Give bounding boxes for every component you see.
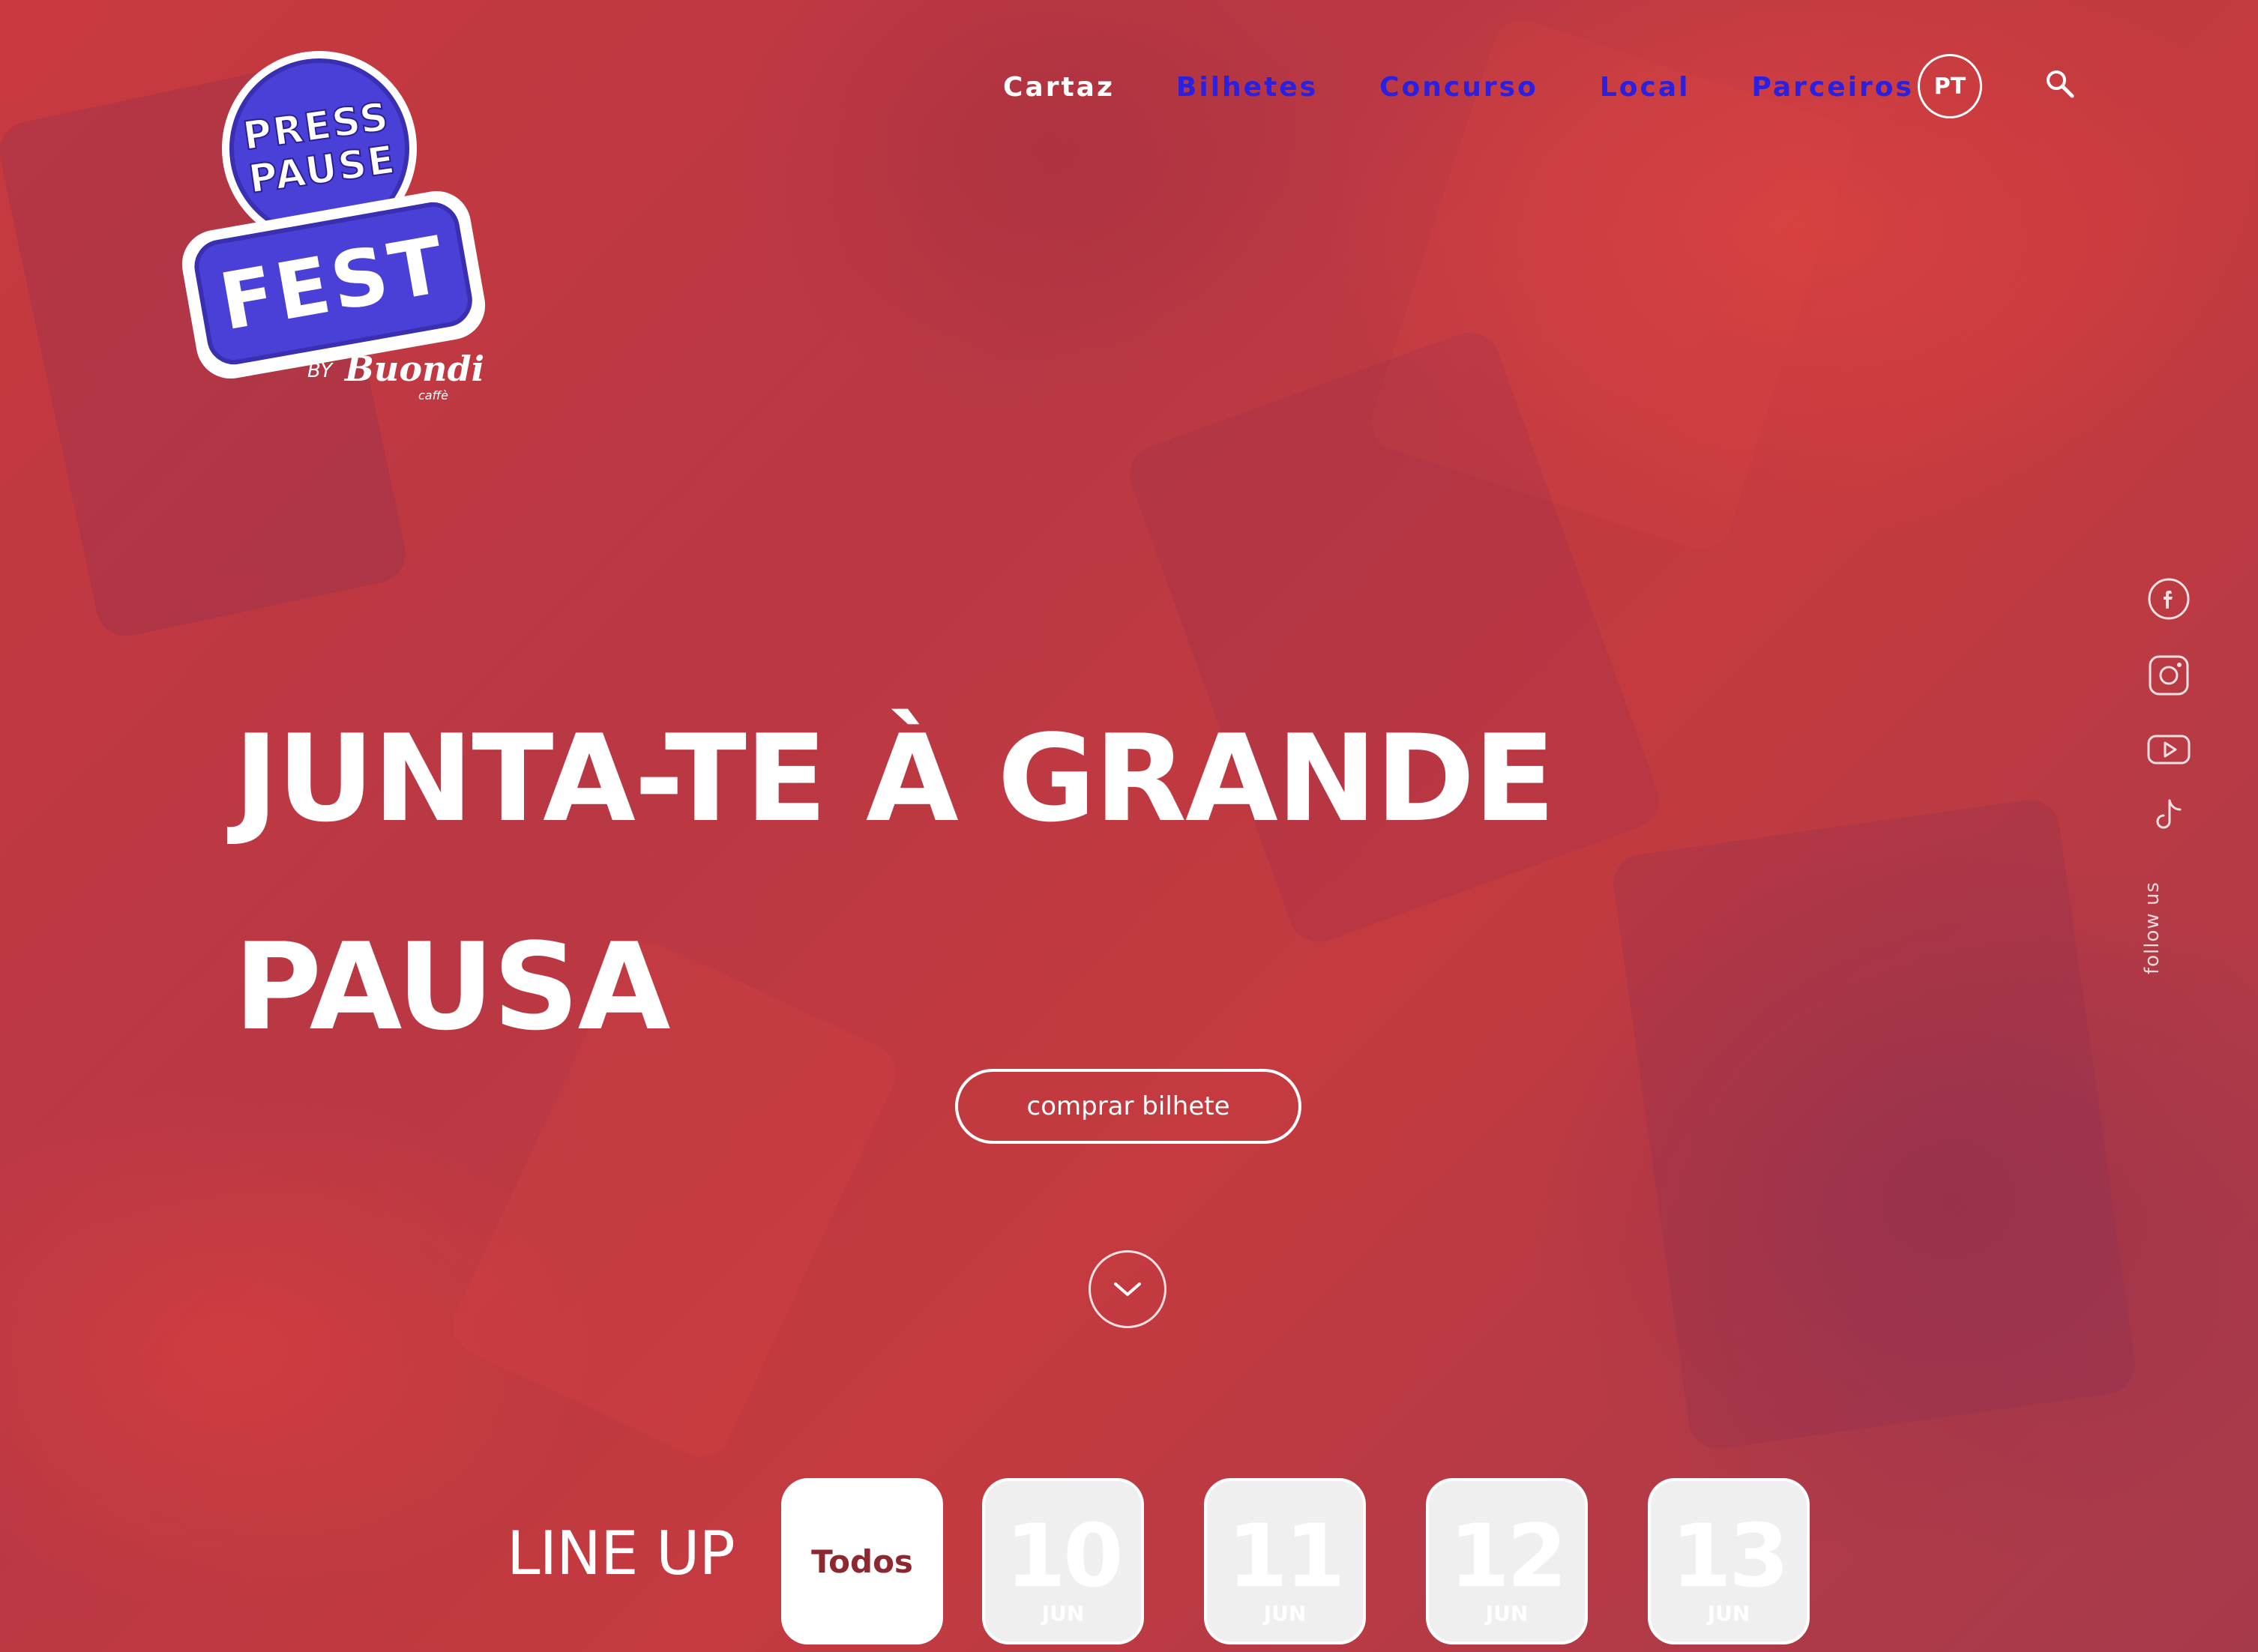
lineup-filter-day[interactable]: 12 JUN — [1426, 1478, 1588, 1645]
follow-us-label: follow us — [2141, 881, 2164, 974]
day-number: 10 — [1005, 1505, 1123, 1607]
tiktok-icon[interactable] — [2147, 795, 2191, 838]
nav-item-concurso[interactable]: Concurso — [1379, 72, 1538, 103]
nav-item-parceiros[interactable]: Parceiros — [1751, 72, 1913, 103]
facebook-icon[interactable] — [2147, 577, 2191, 621]
day-month: JUN — [1707, 1600, 1750, 1626]
logo-by-text: BY — [307, 360, 333, 382]
lineup-filter-all[interactable]: Todos — [781, 1478, 943, 1645]
main-nav: Cartaz Bilhetes Concurso Local Parceiros — [1003, 66, 1975, 108]
chevron-down-icon[interactable] — [1089, 1250, 1166, 1328]
lineup-filter-day[interactable]: 10 JUN — [982, 1478, 1144, 1645]
search-icon[interactable] — [2044, 67, 2077, 100]
nav-item-bilhetes[interactable]: Bilhetes — [1176, 72, 1318, 103]
youtube-icon[interactable] — [2147, 727, 2191, 771]
language-switcher[interactable]: PT — [1918, 54, 1982, 118]
day-month: JUN — [1041, 1600, 1085, 1626]
lineup-filter-day[interactable]: 13 JUN — [1648, 1478, 1810, 1645]
logo-fest-text: FEST — [190, 198, 477, 369]
instagram-icon[interactable] — [2147, 654, 2191, 697]
nav-item-local[interactable]: Local — [1600, 72, 1691, 103]
day-number: 11 — [1227, 1505, 1345, 1607]
logo-brand-text: Buondi — [345, 349, 485, 389]
hero-headline: JUNTA-TE À GRANDE PAUSA — [234, 675, 1658, 1091]
site-logo[interactable]: PRESS PAUSE FEST BY Buondi caffè — [176, 38, 495, 420]
day-number: 12 — [1449, 1505, 1567, 1607]
lineup-filter-day[interactable]: 11 JUN — [1204, 1478, 1366, 1645]
logo-caffe-text: caffè — [418, 388, 448, 403]
hero-headline-line1: JUNTA-TE À GRANDE — [234, 708, 1556, 848]
day-number: 13 — [1671, 1505, 1789, 1607]
hero-headline-line2: PAUSA — [234, 917, 670, 1057]
buy-ticket-button[interactable]: comprar bilhete — [955, 1069, 1301, 1144]
nav-item-cartaz[interactable]: Cartaz — [1003, 72, 1115, 103]
day-month: JUN — [1485, 1600, 1529, 1626]
day-month: JUN — [1263, 1600, 1307, 1626]
background-pattern — [1610, 796, 2139, 1453]
lineup-label: LINE UP — [507, 1519, 735, 1588]
lineup-filter-all-label: Todos — [811, 1543, 913, 1580]
